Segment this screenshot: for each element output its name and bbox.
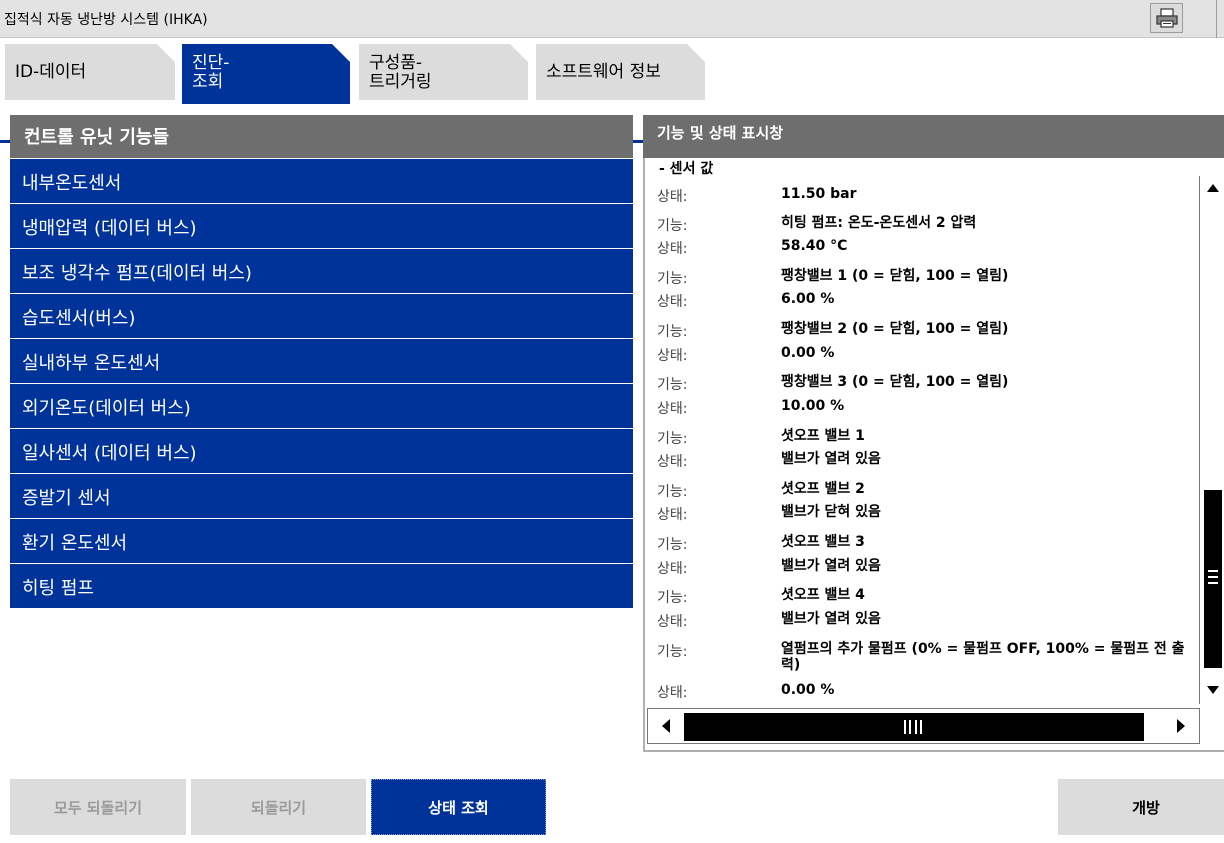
row-value: 히팅 펌프: 온도-온도센서 2 압력 bbox=[781, 215, 977, 231]
row-label: 상태: bbox=[657, 507, 688, 523]
function-item[interactable]: 일사센서 (데이터 버스) bbox=[10, 429, 633, 473]
function-item[interactable]: 증발기 센서 bbox=[10, 474, 633, 518]
function-list: 내부온도센서 냉매압력 (데이터 버스) 보조 냉각수 펌프(데이터 버스) 습… bbox=[10, 159, 633, 609]
row-label: 상태: bbox=[657, 241, 688, 257]
tab-bar: ID-데이터 진단- 조회 구성품- 트리거링 소프트웨어 정보 bbox=[0, 38, 1224, 143]
scroll-right-button[interactable] bbox=[1163, 709, 1199, 743]
scroll-up-button[interactable] bbox=[1200, 176, 1224, 200]
status-display-header: 기능 및 상태 표시창 bbox=[643, 115, 1224, 158]
vertical-scroll-thumb[interactable] bbox=[1204, 490, 1222, 668]
function-item[interactable]: 히팅 펌프 bbox=[10, 564, 633, 608]
row-value: 밸브가 열려 있음 bbox=[781, 611, 881, 627]
grip-icon bbox=[904, 720, 922, 734]
row-value: 셧오프 밸브 2 bbox=[781, 481, 865, 497]
tab-id-data[interactable]: ID-데이터 bbox=[5, 44, 175, 100]
row-value: 팽창밸브 2 (0 = 닫힘, 100 = 열림) bbox=[781, 321, 1009, 337]
scroll-left-button[interactable] bbox=[648, 709, 684, 743]
tab-label: 구성품- bbox=[369, 53, 423, 73]
status-display-panel: - 센서 값 상태: 11.50 bar 기능: 히팅 펌프: 온도-온도센서 2 … bbox=[643, 158, 1224, 752]
horizontal-scroll-thumb[interactable] bbox=[684, 713, 1144, 741]
function-item[interactable]: 습도센서(버스) bbox=[10, 294, 633, 338]
function-item[interactable]: 외기온도(데이터 버스) bbox=[10, 384, 633, 428]
scroll-down-button[interactable] bbox=[1200, 678, 1224, 702]
query-status-button[interactable]: 상태 조회 bbox=[371, 779, 546, 835]
function-item[interactable]: 환기 온도센서 bbox=[10, 519, 633, 563]
triangle-down-icon bbox=[1206, 686, 1219, 694]
print-button[interactable] bbox=[1150, 3, 1183, 33]
tab-label: 소프트웨어 정보 bbox=[546, 61, 661, 82]
triangle-up-icon bbox=[1206, 184, 1219, 192]
row-label: 기능: bbox=[657, 590, 688, 606]
row-value: 10.00 % bbox=[781, 398, 845, 414]
row-value: 팽창밸브 1 (0 = 닫힘, 100 = 열림) bbox=[781, 268, 1009, 284]
row-label: 상태: bbox=[657, 685, 688, 701]
release-button[interactable]: 개방 bbox=[1058, 779, 1224, 835]
window-title: 집적식 자동 냉난방 시스템 (IHKA) bbox=[4, 12, 208, 28]
row-label: 기능: bbox=[657, 484, 688, 500]
grip-icon bbox=[1208, 570, 1218, 584]
row-label: 상태: bbox=[657, 614, 688, 630]
row-value: 0.00 % bbox=[781, 682, 835, 698]
title-bar: 집적식 자동 냉난방 시스템 (IHKA) bbox=[0, 0, 1224, 38]
row-label: 상태: bbox=[657, 401, 688, 417]
control-unit-functions-header: 컨트롤 유닛 기능들 bbox=[10, 115, 633, 158]
row-value: 셧오프 밸브 1 bbox=[781, 428, 865, 444]
row-value: 0.00 % bbox=[781, 345, 835, 361]
tab-label: 조회 bbox=[192, 72, 224, 92]
printer-icon bbox=[1155, 8, 1178, 28]
row-label: 상태: bbox=[657, 294, 688, 310]
function-item[interactable]: 냉매압력 (데이터 버스) bbox=[10, 204, 633, 248]
row-value: 밸브가 닫혀 있음 bbox=[781, 504, 881, 520]
section-title: - 센서 값 bbox=[659, 161, 714, 177]
row-label: 기능: bbox=[657, 537, 688, 553]
row-label: 기능: bbox=[657, 271, 688, 287]
reset-button[interactable]: 되돌리기 bbox=[191, 779, 366, 835]
triangle-left-icon bbox=[662, 719, 670, 733]
row-label: 상태: bbox=[657, 348, 688, 364]
row-value: 팽창밸브 3 (0 = 닫힘, 100 = 열림) bbox=[781, 374, 1009, 390]
status-content: - 센서 값 상태: 11.50 bar 기능: 히팅 펌프: 온도-온도센서 2 … bbox=[645, 158, 1199, 708]
tab-label: 진단- bbox=[192, 53, 230, 73]
function-item[interactable]: 실내하부 온도센서 bbox=[10, 339, 633, 383]
tab-diagnosis-query[interactable]: 진단- 조회 bbox=[182, 44, 350, 104]
vertical-scrollbar[interactable] bbox=[1199, 176, 1224, 704]
title-divider bbox=[1216, 0, 1217, 38]
tab-software-info[interactable]: 소프트웨어 정보 bbox=[536, 44, 705, 100]
row-label: 기능: bbox=[657, 324, 688, 340]
row-value: 셧오프 밸브 3 bbox=[781, 534, 865, 550]
row-label: 기능: bbox=[657, 218, 688, 234]
row-value: 밸브가 열려 있음 bbox=[781, 451, 881, 467]
function-item[interactable]: 보조 냉각수 펌프(데이터 버스) bbox=[10, 249, 633, 293]
reset-all-button[interactable]: 모두 되돌리기 bbox=[10, 779, 186, 835]
row-value: 열펌프의 추가 물펌프 (0% = 물펌프 OFF, 100% = 물펌프 전 … bbox=[781, 641, 1185, 673]
row-label: 기능: bbox=[657, 644, 688, 660]
row-value: 셧오프 밸브 4 bbox=[781, 587, 865, 603]
row-label: 상태: bbox=[657, 454, 688, 470]
row-label: 상태: bbox=[657, 189, 688, 205]
row-label: 상태: bbox=[657, 561, 688, 577]
row-value: 밸브가 열려 있음 bbox=[781, 558, 881, 574]
row-value: 58.40 °C bbox=[781, 238, 848, 254]
row-label: 기능: bbox=[657, 431, 688, 447]
tab-label: ID-데이터 bbox=[15, 61, 87, 82]
tab-label: 트리거링 bbox=[369, 72, 432, 92]
row-value: 6.00 % bbox=[781, 291, 835, 307]
row-value: 11.50 bar bbox=[781, 186, 857, 202]
triangle-right-icon bbox=[1177, 719, 1185, 733]
tab-component-triggering[interactable]: 구성품- 트리거링 bbox=[359, 44, 528, 100]
horizontal-scrollbar[interactable] bbox=[647, 708, 1200, 744]
function-item[interactable]: 내부온도센서 bbox=[10, 159, 633, 203]
row-label: 기능: bbox=[657, 377, 688, 393]
